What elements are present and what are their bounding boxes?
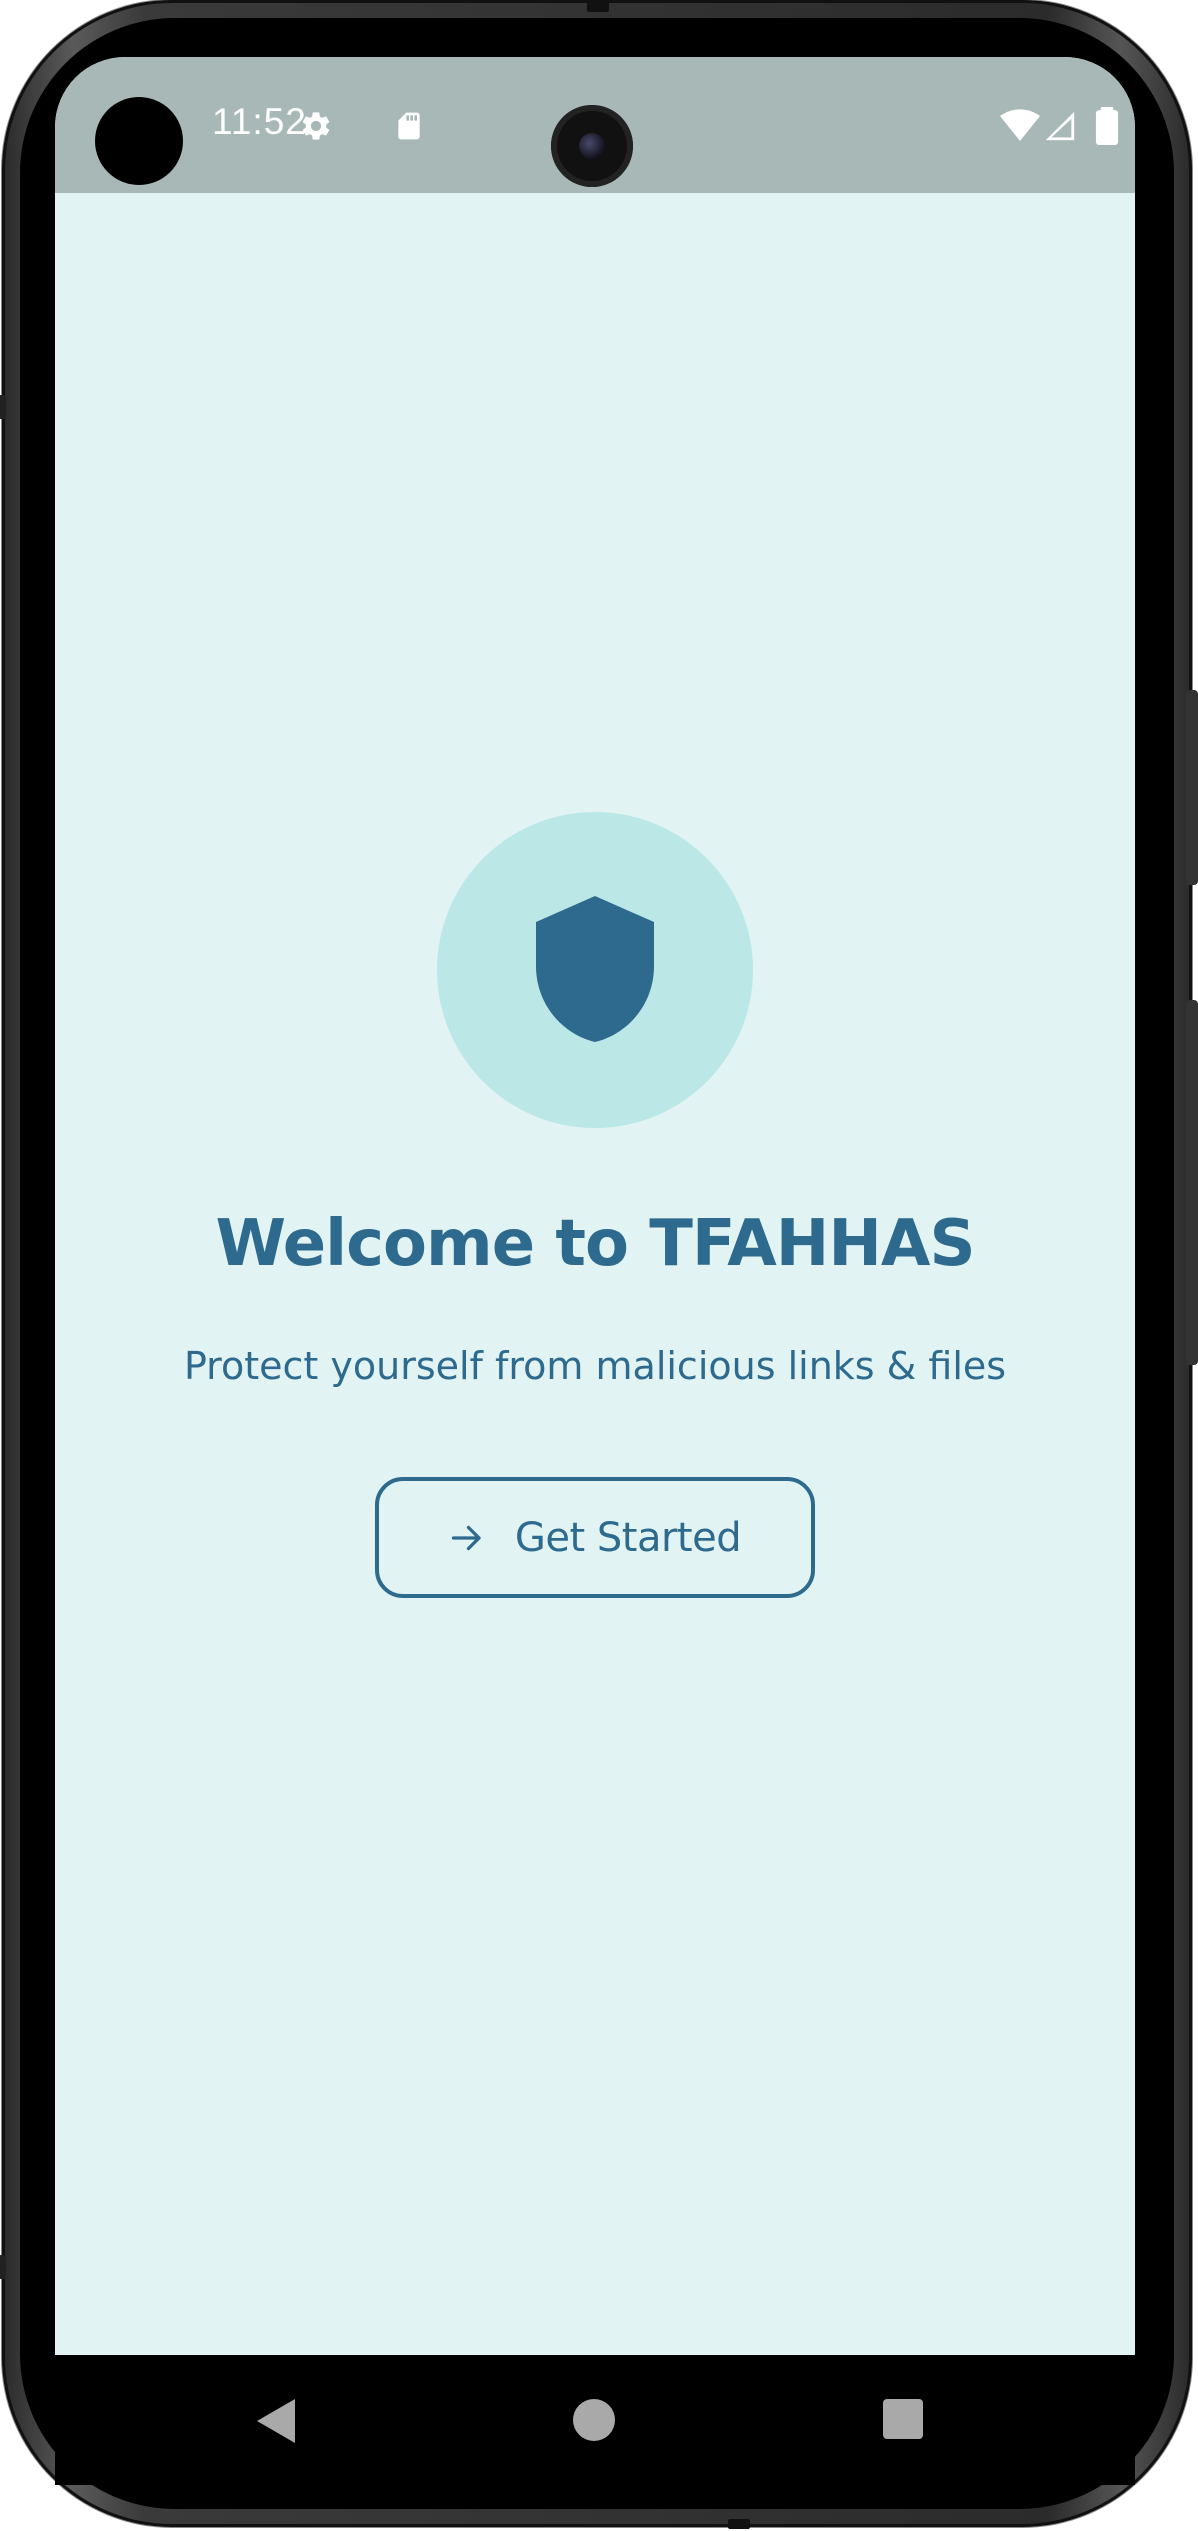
screen: 11:52 Welcome to TFAHHAS Protect yoursel… bbox=[55, 57, 1135, 2355]
status-time: 11:52 bbox=[212, 101, 307, 142]
home-icon[interactable] bbox=[573, 2399, 615, 2441]
sd-card-icon bbox=[398, 112, 420, 140]
signal-icon bbox=[1045, 111, 1075, 141]
arrow-right-icon bbox=[451, 1525, 481, 1550]
volume-button bbox=[1186, 1000, 1198, 1365]
shield-badge bbox=[437, 812, 753, 1128]
wifi-icon bbox=[1000, 109, 1040, 141]
get-started-label: Get Started bbox=[514, 1514, 742, 1561]
status-bar: 11:52 bbox=[55, 57, 1135, 193]
recents-icon[interactable] bbox=[883, 2399, 923, 2439]
frame-antenna-bottom bbox=[728, 2519, 750, 2529]
frame-antenna-left-top bbox=[0, 395, 6, 419]
shield-icon bbox=[536, 896, 654, 1042]
get-started-button[interactable]: Get Started bbox=[375, 1477, 815, 1598]
power-button bbox=[1186, 690, 1198, 885]
navigation-bar bbox=[55, 2355, 1135, 2485]
welcome-title: Welcome to TFAHHAS bbox=[215, 1207, 975, 1281]
back-icon[interactable] bbox=[257, 2399, 297, 2443]
battery-icon bbox=[1095, 107, 1119, 145]
frame-antenna-top bbox=[587, 0, 609, 12]
front-camera bbox=[551, 105, 633, 187]
frame-antenna-left-bottom bbox=[0, 2255, 6, 2279]
welcome-subtitle: Protect yourself from malicious links & … bbox=[183, 1344, 1007, 1388]
gear-icon bbox=[302, 112, 330, 140]
camera-cutout bbox=[95, 97, 183, 185]
